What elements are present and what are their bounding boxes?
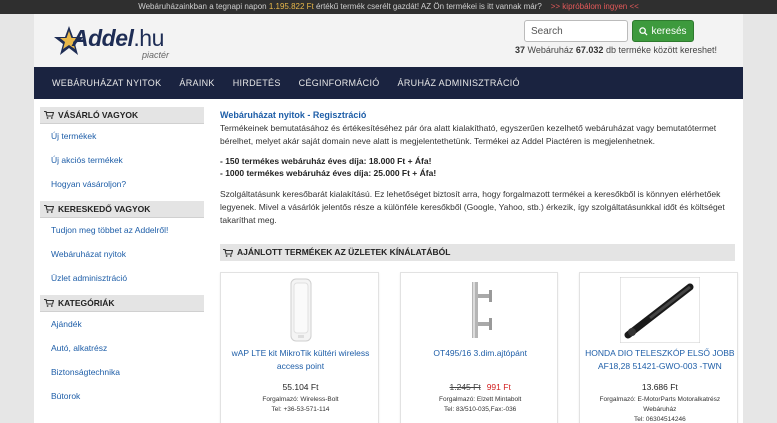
page-container: Addel.hu piactér keresés 37 Webáruház 67… xyxy=(34,14,743,423)
nav-store-admin[interactable]: ÁRUHÁZ ADMINISZTRÁCIÓ xyxy=(389,67,529,99)
site-logo[interactable]: Addel.hu piactér xyxy=(52,20,192,64)
product-seller: Forgalmazó: Elzett Mintabolt Tel: 83/510… xyxy=(405,395,556,415)
stats-text-1: Webáruház xyxy=(525,45,576,55)
product-grid: wAP LTE kit MikroTik kültéri wireless ac… xyxy=(220,272,739,423)
cart-icon xyxy=(44,205,54,213)
logo-name: Addel xyxy=(72,25,134,51)
store-count: 37 xyxy=(515,45,526,55)
product-card[interactable]: HONDA DIO TELESZKÓP ELSŐ JOBB AF18,28 51… xyxy=(579,272,739,423)
product-title[interactable]: OT495/16 3.dim.ajtópánt xyxy=(405,347,556,360)
hinge-image[interactable] xyxy=(401,277,560,343)
search-button-label: keresés xyxy=(651,25,687,37)
stats-text-2: db terméke között kereshet! xyxy=(603,45,717,55)
sidebar-item-new-products[interactable]: Új termékek xyxy=(40,124,204,148)
intro-text: Termékeinek bemutatásához és értékesítés… xyxy=(220,123,717,146)
product-price: 13.686 Ft xyxy=(580,382,739,392)
cart-icon xyxy=(44,299,54,307)
old-price: 1.245 Ft xyxy=(449,382,481,392)
cart-icon xyxy=(44,111,54,119)
product-price: 1.245 Ft 991 Ft xyxy=(401,382,560,392)
main-nav: WEBÁRUHÁZAT NYITOK ÁRAINK HIRDETÉS CÉGIN… xyxy=(34,67,743,99)
product-card[interactable]: wAP LTE kit MikroTik kültéri wireless ac… xyxy=(220,272,379,423)
site-header: Addel.hu piactér keresés 37 Webáruház 67… xyxy=(34,14,743,67)
free-trial-link[interactable]: >> kipróbálom ingyen << xyxy=(551,2,639,11)
product-seller: Forgalmazó: E-MotorParts Motoralkatrész … xyxy=(584,395,735,423)
announcement-amount: 1.195.822 Ft xyxy=(268,2,314,11)
logo-text: Addel.hu xyxy=(72,25,164,52)
nav-advertising[interactable]: HIRDETÉS xyxy=(224,67,290,99)
product-seller: Forgalmazó: Wireless-Bolt Tel: +36-53-57… xyxy=(225,395,376,415)
seller-phone: Tel: 06304514246 xyxy=(634,416,686,423)
store-stats: 37 Webáruház 67.032 db terméke között ke… xyxy=(515,45,717,55)
sidebar-item-gifts[interactable]: Ajándék xyxy=(40,312,204,336)
fork-image[interactable] xyxy=(580,277,739,343)
service-text: Szolgáltatásunk keresőbarát kialakítású.… xyxy=(220,189,725,225)
product-card[interactable]: OT495/16 3.dim.ajtópánt 1.245 Ft 991 Ft F… xyxy=(399,272,560,423)
cart-icon xyxy=(223,248,233,257)
search-button[interactable]: keresés xyxy=(632,20,694,42)
product-count: 67.032 xyxy=(575,45,604,55)
sidebar-item-car-parts[interactable]: Autó, alkatrész xyxy=(40,336,204,360)
recommended-products-heading: AJÁNLOTT TERMÉKEK AZ ÜZLETEK KÍNÁLATÁBÓL xyxy=(220,244,735,261)
sidebar-item-how-to-buy[interactable]: Hogyan vásároljon? xyxy=(40,172,204,196)
router-image[interactable] xyxy=(221,277,380,343)
nav-prices[interactable]: ÁRAINK xyxy=(170,67,223,99)
announcement-text-after: értékű termék cserélt gazdát! AZ Ön term… xyxy=(313,2,542,11)
sidebar: VÁSÁRLÓ VAGYOK Új termékek Új akciós ter… xyxy=(40,107,204,408)
sidebar-item-store-admin[interactable]: Üzlet adminisztráció xyxy=(40,266,204,290)
price-line-150: - 150 termékes webáruház éves díja: 18.0… xyxy=(220,156,432,166)
sidebar-item-new-sale-products[interactable]: Új akciós termékek xyxy=(40,148,204,172)
announcement-text: Webáruházainkban a tegnapi napon xyxy=(138,2,269,11)
seller-phone: Tel: +36-53-571-114 xyxy=(271,406,330,413)
recommended-heading-label: AJÁNLOTT TERMÉKEK AZ ÜZLETEK KÍNÁLATÁBÓL xyxy=(237,247,451,257)
sidebar-head-label: KATEGÓRIÁK xyxy=(58,297,115,308)
product-title[interactable]: wAP LTE kit MikroTik kültéri wireless ac… xyxy=(225,347,376,373)
sidebar-head-seller: KERESKEDŐ VAGYOK xyxy=(40,201,204,218)
product-price: 55.104 Ft xyxy=(221,382,380,392)
seller-name: Forgalmazó: E-MotorParts Motoralkatrész … xyxy=(599,396,721,413)
price-value: 55.104 Ft xyxy=(282,382,319,392)
search-input[interactable] xyxy=(524,20,628,42)
announcement-bar: Webáruházainkban a tegnapi napon 1.195.8… xyxy=(0,0,777,14)
logo-domain: .hu xyxy=(133,25,164,51)
sidebar-head-label: VÁSÁRLÓ VAGYOK xyxy=(58,109,139,120)
sidebar-head-categories: KATEGÓRIÁK xyxy=(40,295,204,312)
seller-phone: Tel: 83/510-035,Fax:-036 xyxy=(444,406,517,413)
price-line-1000: - 1000 termékes webáruház éves díja: 25.… xyxy=(220,168,437,178)
sidebar-item-security-tech[interactable]: Biztonságtechnika xyxy=(40,360,204,384)
sidebar-head-label: KERESKEDŐ VAGYOK xyxy=(58,203,151,214)
price-value: 13.686 Ft xyxy=(641,382,678,392)
sidebar-head-buyer: VÁSÁRLÓ VAGYOK xyxy=(40,107,204,124)
seller-name: Forgalmazó: Elzett Mintabolt xyxy=(438,396,522,403)
seller-name: Forgalmazó: Wireless-Bolt xyxy=(262,396,339,403)
search-icon xyxy=(639,26,649,36)
logo-subtitle: piactér xyxy=(142,50,170,60)
sidebar-item-learn-more[interactable]: Tudjon meg többet az Addelről! xyxy=(40,218,204,242)
sale-price: 991 Ft xyxy=(486,382,511,392)
main-content: Webáruházat nyitok - Regisztráció Termék… xyxy=(220,110,739,423)
sidebar-item-open-store[interactable]: Webáruházat nyitok xyxy=(40,242,204,266)
page-title[interactable]: Webáruházat nyitok - Regisztráció xyxy=(220,110,738,120)
product-title[interactable]: HONDA DIO TELESZKÓP ELSŐ JOBB AF18,28 51… xyxy=(584,347,735,373)
nav-company-info[interactable]: CÉGINFORMÁCIÓ xyxy=(290,67,389,99)
sidebar-item-furniture[interactable]: Bútorok xyxy=(40,384,204,408)
nav-open-store[interactable]: WEBÁRUHÁZAT NYITOK xyxy=(34,67,170,99)
